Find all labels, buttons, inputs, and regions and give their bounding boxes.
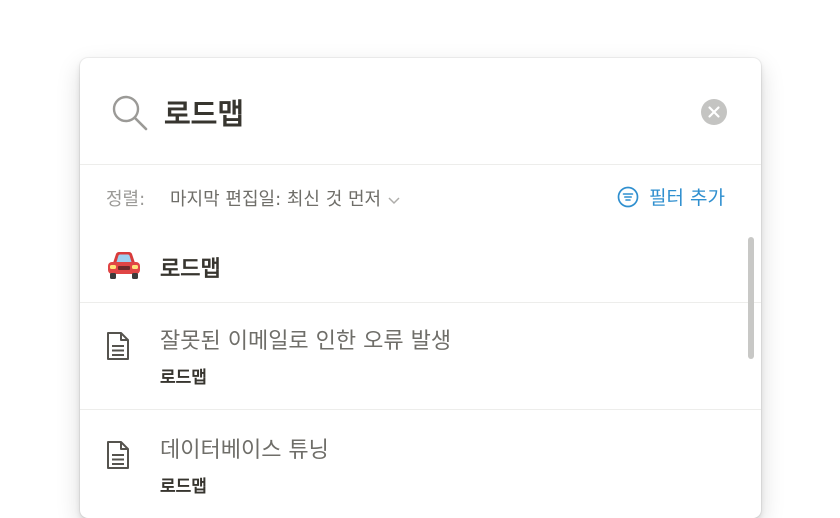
result-item[interactable]: 잘못된 이메일로 인한 오류 발생 로드맵 [80,303,761,410]
sort-label: 정렬: [106,189,146,210]
search-input[interactable] [164,86,684,138]
search-results-list: 로드맵 잘못된 이메일로 인한 오류 발생 로드맵 데이터베이스 튜닝 로드맵 [80,229,761,518]
search-modal: 정렬: 마지막 편집일: 최신 것 먼저 필터 추가 로드맵 [80,58,761,518]
page-icon [107,332,129,360]
close-circle-icon[interactable] [700,98,728,126]
result-title: 로드맵 [160,257,221,282]
chevron-down-icon [388,197,400,205]
add-filter-label: 필터 추가 [649,187,725,209]
sort-filter-bar: 정렬: 마지막 편집일: 최신 것 먼저 필터 추가 [80,165,761,229]
filter-icon [617,186,639,207]
scrollbar-thumb[interactable] [748,237,754,359]
result-subtitle: 로드맵 [160,368,207,388]
search-bar [80,58,761,165]
result-subtitle: 로드맵 [160,477,207,497]
car-emoji-icon [108,252,140,279]
add-filter-button[interactable]: 필터 추가 [617,183,725,211]
result-title: 데이터베이스 튜닝 [160,438,329,463]
page-icon [107,441,129,469]
result-item[interactable]: 로드맵 [80,229,761,303]
result-item[interactable]: 데이터베이스 튜닝 로드맵 [80,410,761,516]
sort-dropdown[interactable]: 마지막 편집일: 최신 것 먼저 [170,185,401,211]
sort-value: 마지막 편집일: 최신 것 먼저 [170,189,382,210]
result-title: 잘못된 이메일로 인한 오류 발생 [160,329,452,354]
search-icon [112,95,148,131]
